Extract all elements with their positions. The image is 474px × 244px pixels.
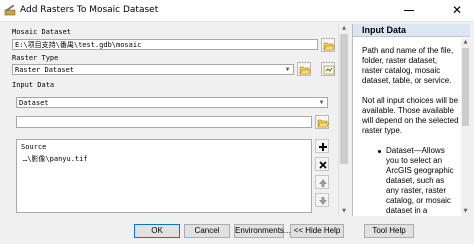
chevron-down-icon: ▼ xyxy=(319,99,324,106)
help-bullet-line: dataset in a xyxy=(386,206,428,215)
parameters-panel: Mosaic Dataset E:\项目支持\番禺\test.gdb\mosai… xyxy=(8,24,348,216)
help-scroll-thumb[interactable] xyxy=(462,48,469,126)
scroll-thumb[interactable] xyxy=(340,34,348,164)
close-button[interactable]: ✕ xyxy=(440,0,474,21)
minimize-button[interactable] xyxy=(392,0,426,21)
input-type-combo[interactable]: Dataset ▼ xyxy=(16,97,328,108)
cancel-button[interactable]: Cancel xyxy=(184,224,230,238)
input-type-value: Dataset xyxy=(19,99,49,107)
bullet-icon xyxy=(378,150,381,153)
help-bullet-line: Dataset—Allows xyxy=(386,146,445,155)
add-row-button[interactable] xyxy=(315,139,329,153)
help-bullet-line: any raster, raster xyxy=(386,186,447,195)
scroll-up-icon[interactable]: ▲ xyxy=(339,24,349,33)
help-title: Input Data xyxy=(353,24,470,37)
help-paragraph-line: folder, raster dataset, xyxy=(362,56,438,65)
scroll-down-icon[interactable]: ▼ xyxy=(461,207,470,216)
source-header: Source xyxy=(21,143,47,151)
title-bar: Add Rasters To Mosaic Dataset ✕ xyxy=(0,0,474,22)
help-paragraph-line: Path and name of the file, xyxy=(362,46,454,55)
help-paragraph-line: raster type. xyxy=(362,126,403,135)
help-paragraph-line: will depend on the selected xyxy=(362,116,459,125)
x-icon xyxy=(319,161,327,169)
help-bullet-line: catalog, or mosaic xyxy=(386,196,451,205)
browse-input-button[interactable] xyxy=(315,115,329,129)
help-paragraph-line: raster catalog, mosaic xyxy=(362,66,441,75)
arrow-up-icon xyxy=(319,179,327,187)
browse-raster-type-button[interactable] xyxy=(297,62,311,76)
help-bullet-line: you to select an xyxy=(386,156,443,165)
move-up-button[interactable] xyxy=(315,175,329,189)
chevron-down-icon: ▼ xyxy=(285,66,290,73)
folder-open-icon xyxy=(323,42,335,51)
browse-mosaic-button[interactable] xyxy=(321,38,335,52)
properties-icon xyxy=(323,65,335,75)
help-paragraph-line: dataset, table, or service. xyxy=(362,76,452,85)
source-list-item[interactable]: …\影像\panyu.tif xyxy=(23,154,88,164)
raster-type-value: Raster Dataset xyxy=(15,66,75,74)
mosaic-dataset-label: Mosaic Dataset xyxy=(12,28,72,36)
hide-help-button[interactable]: << Hide Help xyxy=(290,224,344,238)
raster-type-properties-button[interactable] xyxy=(321,62,335,76)
help-paragraph-line: Not all input choices will be xyxy=(362,96,459,105)
raster-type-combo[interactable]: Raster Dataset ▼ xyxy=(12,64,294,75)
parameters-scrollbar[interactable]: ▲ ▼ xyxy=(338,24,348,216)
source-list[interactable]: Source …\影像\panyu.tif xyxy=(16,139,312,213)
plus-icon xyxy=(319,143,327,151)
help-paragraph-line: available. Those available xyxy=(362,106,454,115)
window-title: Add Rasters To Mosaic Dataset xyxy=(20,5,159,15)
folder-open-icon xyxy=(299,66,311,75)
remove-row-button[interactable] xyxy=(315,157,329,171)
help-bullet-line: ArcGIS geographic xyxy=(386,166,454,175)
help-bullet-line: dataset, such as xyxy=(386,176,445,185)
raster-type-label: Raster Type xyxy=(12,54,59,62)
ok-button[interactable]: OK xyxy=(134,224,180,238)
input-path-field[interactable] xyxy=(16,116,312,128)
environments-button[interactable]: Environments... xyxy=(234,224,291,238)
toolbox-icon xyxy=(4,4,16,16)
input-data-label: Input Data xyxy=(12,81,55,89)
mosaic-dataset-value: E:\项目支持\番禺\test.gdb\mosaic xyxy=(15,41,142,49)
move-down-button[interactable] xyxy=(315,193,329,207)
help-panel: Input Data Path and name of the file, fo… xyxy=(352,24,470,216)
help-scrollbar[interactable]: ▲ ▼ xyxy=(461,38,470,216)
scroll-up-icon[interactable]: ▲ xyxy=(461,38,470,47)
folder-open-icon xyxy=(317,119,329,128)
tool-help-button[interactable]: Tool Help xyxy=(364,224,414,238)
scroll-down-icon[interactable]: ▼ xyxy=(339,207,349,216)
arrow-down-icon xyxy=(319,197,327,205)
mosaic-dataset-field[interactable]: E:\项目支持\番禺\test.gdb\mosaic xyxy=(12,39,318,50)
